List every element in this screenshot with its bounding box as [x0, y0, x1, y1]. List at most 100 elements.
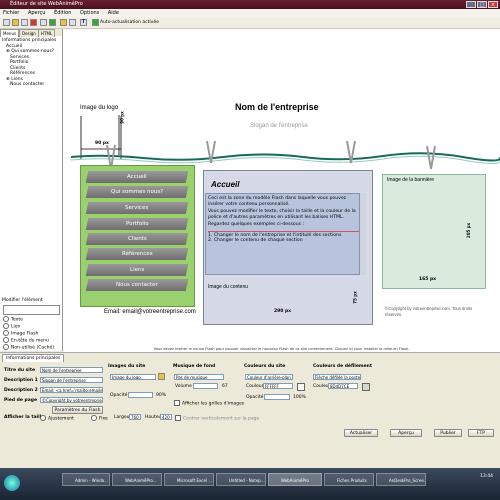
- opacity-value: 90%: [156, 393, 167, 398]
- start-button-icon[interactable]: [4, 475, 20, 491]
- refresh-button[interactable]: Actualiser: [344, 429, 378, 437]
- logo-height-label: 90 px: [119, 111, 125, 124]
- opacity2-label: Opacité: [246, 395, 264, 400]
- menu-button-references[interactable]: Références: [85, 248, 189, 260]
- radio-flash[interactable]: Image Flash: [3, 330, 54, 337]
- scroll-colors-header: Couleurs de défilement: [313, 364, 372, 369]
- modify-element-input[interactable]: [3, 305, 60, 315]
- tab-html[interactable]: HTML: [38, 29, 56, 37]
- height-input[interactable]: 420: [160, 414, 172, 420]
- menu-bar: Fichier Aperçu Édition Options Aide: [0, 9, 500, 18]
- menu-preview[interactable]: Aperçu: [28, 10, 46, 16]
- tab-design[interactable]: Design: [19, 29, 39, 37]
- close-button[interactable]: ×: [488, 1, 498, 8]
- window-title: Éditeur de site WebAnimêPro: [10, 1, 83, 7]
- tab-menus[interactable]: Menus: [0, 29, 20, 37]
- site-title-input[interactable]: Nom de l'entreprise: [40, 367, 103, 373]
- menu-file[interactable]: Fichier: [3, 10, 19, 16]
- tab-main-info[interactable]: Informations principales: [2, 354, 65, 362]
- menu-button-about[interactable]: Qui sommes nous?: [85, 186, 189, 198]
- menu-edit[interactable]: Édition: [54, 10, 71, 16]
- description1-input[interactable]: Slogan de l'entreprise: [40, 377, 103, 383]
- folder-icon[interactable]: [158, 373, 165, 380]
- menu-button-links[interactable]: Liens: [85, 264, 189, 276]
- size-fixed-radio[interactable]: Fixe: [91, 415, 108, 422]
- flash-params-button[interactable]: Paramètres du Flash: [52, 406, 103, 414]
- color-label: Couleur: [246, 384, 264, 389]
- color-swatch[interactable]: [297, 383, 305, 391]
- taskbar-item[interactable]: Untitled - Notep...: [216, 473, 266, 486]
- banner-height-label: 205 px: [466, 222, 472, 239]
- taskbar-item[interactable]: AnDeskPro_Scree...: [376, 473, 426, 486]
- scroll-colors-select[interactable]: Flèche défilée la poste: [313, 374, 361, 380]
- copyright-text[interactable]: ©Copyright by votreentreprise.com. Tous …: [385, 306, 485, 317]
- content-title[interactable]: Accueil: [211, 180, 239, 189]
- company-name[interactable]: Nom de l'entreprise: [235, 102, 319, 112]
- title-bar: Éditeur de site WebAnimêPro _ □ ×: [0, 0, 500, 9]
- save-icon[interactable]: [21, 19, 28, 26]
- scroll-color-swatch[interactable]: [362, 383, 370, 391]
- scroll-color-input[interactable]: 8D4D7CE: [328, 383, 358, 389]
- description2-label: Description 2: [4, 388, 38, 393]
- maximize-button[interactable]: □: [477, 1, 487, 8]
- footer-input[interactable]: ©Copyright by votreentreprise: [40, 397, 103, 403]
- opacity2-value: 100%: [293, 395, 306, 400]
- menu-button-services[interactable]: Services: [85, 202, 189, 214]
- image-icon[interactable]: [69, 19, 76, 26]
- menu-button-contact[interactable]: Nous contacter: [85, 279, 189, 291]
- opacity2-slider[interactable]: [264, 394, 290, 400]
- menu-button-clients[interactable]: Clients: [85, 233, 189, 245]
- taskbar-item[interactable]: Fiches Produits: [324, 473, 374, 486]
- open-icon[interactable]: [12, 19, 19, 26]
- menu-options[interactable]: Options: [80, 10, 99, 16]
- opacity-label: Opacité: [110, 393, 128, 398]
- preview-button[interactable]: Aperçu: [390, 429, 422, 437]
- center-vertically-checkbox[interactable]: Centrer verticalement sur la page: [175, 415, 259, 422]
- bg-music-select[interactable]: Pas de musique: [174, 374, 224, 380]
- delete-icon[interactable]: [30, 19, 37, 26]
- footer-label: Pied de page: [4, 398, 38, 403]
- radio-link[interactable]: Lien: [3, 323, 54, 330]
- publish-button[interactable]: Publier: [434, 429, 462, 437]
- menu-help[interactable]: Aide: [108, 10, 119, 16]
- opacity-slider[interactable]: [128, 392, 153, 398]
- new-icon[interactable]: [3, 19, 10, 26]
- taskbar-item-active[interactable]: WebAnimêPro: [268, 473, 322, 486]
- tree-item[interactable]: Nous contacter: [2, 82, 56, 88]
- radio-menu-header[interactable]: En-tête du menu: [3, 337, 54, 344]
- taskbar-item[interactable]: WebAnimêPro...: [112, 473, 162, 486]
- show-grid-checkbox[interactable]: Afficher les grilles d'images: [174, 400, 244, 407]
- minimize-button[interactable]: _: [466, 1, 476, 8]
- logo-placeholder-label: Image du logo: [80, 105, 119, 111]
- taskbar-item[interactable]: Admin - Windo...: [62, 473, 110, 486]
- volume-slider[interactable]: [193, 383, 218, 389]
- content-paragraph: Regardez quelques exemples ci-dessous :: [208, 222, 305, 227]
- auto-update-label[interactable]: Auto-actualisation activée: [100, 20, 159, 26]
- copy-icon[interactable]: [40, 19, 47, 26]
- left-tabs: Menus Design HTML: [0, 29, 62, 37]
- site-images-select[interactable]: Image du logo: [110, 374, 156, 380]
- menu-button-portfolio[interactable]: Portfolio: [85, 218, 189, 230]
- folder-icon[interactable]: [60, 19, 67, 26]
- size-adjust-radio[interactable]: Ajustement: [40, 415, 74, 422]
- site-images-header: Images du site: [108, 364, 146, 369]
- content-paragraph: Vous pouvez modifier le texte, choisir l…: [208, 209, 356, 220]
- tree-item[interactable]: Informations principales: [2, 38, 56, 44]
- site-colors-select[interactable]: Couleur d'arrière-plan: [245, 374, 293, 380]
- preview-icon[interactable]: [49, 19, 56, 26]
- email-text[interactable]: Email: email@votreentreprise.com: [104, 309, 196, 315]
- radio-text[interactable]: Texte: [3, 316, 54, 323]
- tree-item[interactable]: ⊕ Qui sommes-nous?: [2, 49, 56, 55]
- menu-button-home[interactable]: Accueil: [85, 171, 189, 183]
- taskbar-item[interactable]: Microsoft Excel ...: [164, 473, 214, 486]
- text-icon[interactable]: T: [80, 19, 87, 26]
- color-input[interactable]: FFFFFF: [263, 383, 293, 389]
- content-text-box[interactable]: Ceci est la zone du modèle Flash dans la…: [205, 193, 365, 275]
- auto-update-icon[interactable]: [92, 19, 99, 26]
- width-input[interactable]: 760: [129, 414, 141, 420]
- content-scrollbar[interactable]: [359, 193, 366, 275]
- description2-input[interactable]: Email: <a href='mailto:email@vo: [40, 387, 103, 393]
- ftp-button[interactable]: FTP: [468, 429, 494, 437]
- radio-hidden[interactable]: Non-utilisé (Caché): [3, 344, 54, 351]
- company-slogan[interactable]: Slogan de l'entreprise: [250, 123, 308, 129]
